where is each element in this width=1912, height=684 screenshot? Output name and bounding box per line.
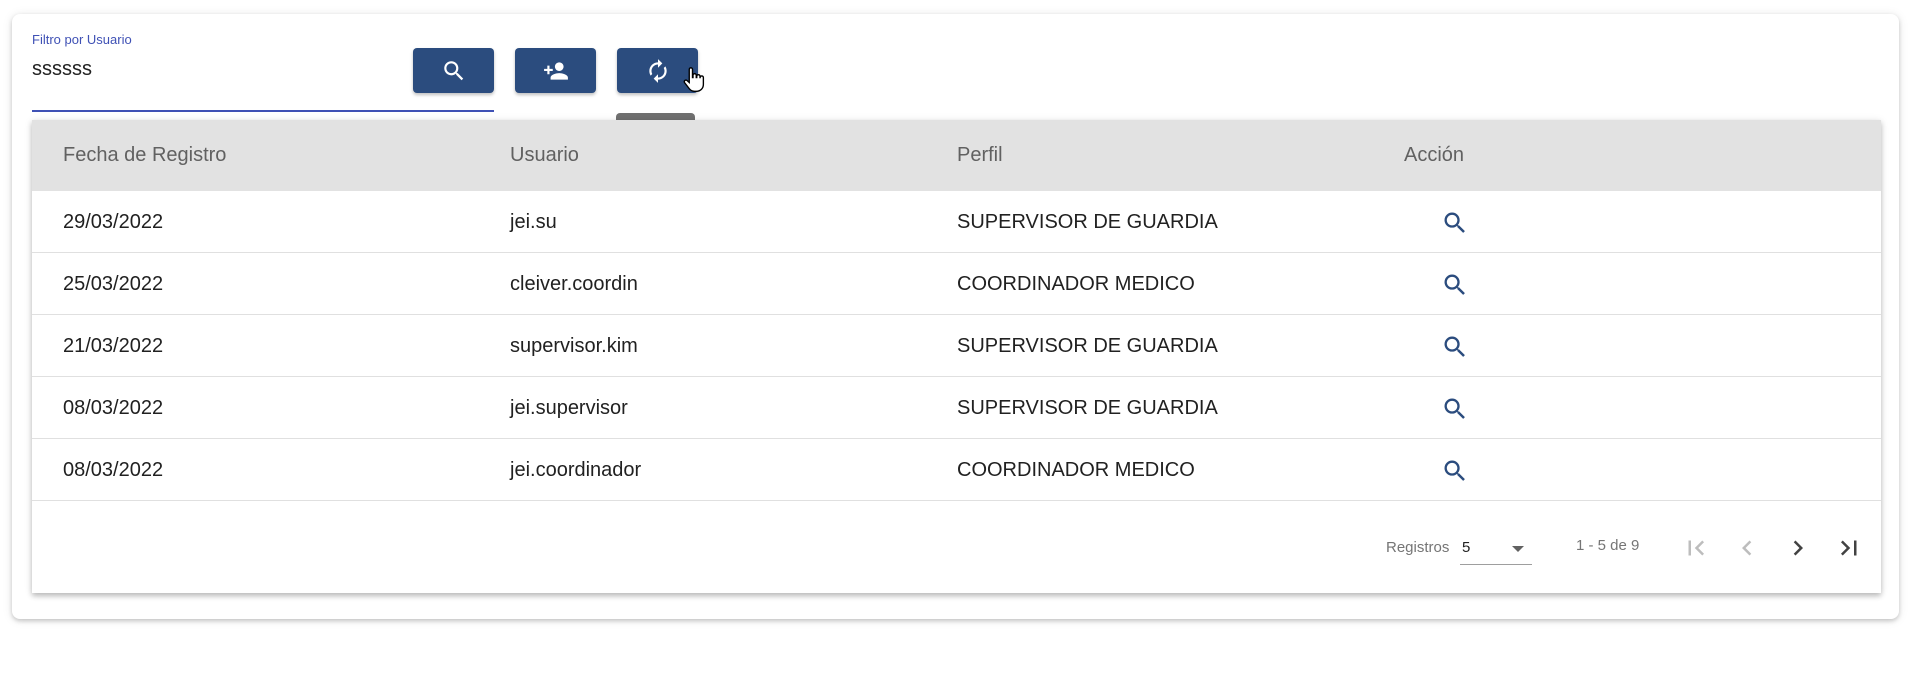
search-icon	[1444, 460, 1465, 481]
person-add-icon	[543, 61, 568, 80]
cell-usuario: cleiver.coordin	[510, 273, 638, 295]
view-details-button[interactable]	[1441, 395, 1469, 423]
last-page-icon	[1840, 540, 1857, 556]
view-details-button[interactable]	[1441, 271, 1469, 299]
cell-fecha: 08/03/2022	[63, 459, 164, 481]
filter-underline	[32, 110, 494, 112]
previous-page-button[interactable]	[1731, 532, 1763, 564]
next-page-button[interactable]	[1782, 532, 1814, 564]
page-size-select[interactable]: 5	[1460, 535, 1532, 565]
table-row: 08/03/2022 jei.supervisor SUPERVISOR DE …	[32, 377, 1881, 439]
cell-usuario: supervisor.kim	[510, 335, 638, 357]
first-page-button[interactable]	[1680, 532, 1712, 564]
filter-label: Filtro por Usuario	[32, 32, 132, 47]
cell-usuario: jei.supervisor	[510, 397, 628, 419]
table-header: Fecha de Registro Usuario Perfil Acción	[32, 120, 1881, 191]
search-icon	[1444, 398, 1465, 419]
first-page-icon	[1688, 540, 1705, 556]
cell-usuario: jei.coordinador	[510, 459, 642, 481]
column-header-accion: Acción	[1404, 144, 1465, 166]
cell-perfil: COORDINADOR MEDICO	[957, 459, 1195, 481]
column-header-usuario[interactable]: Usuario	[510, 120, 579, 191]
chevron-right-icon	[1793, 540, 1803, 556]
cell-fecha: 21/03/2022	[63, 335, 164, 357]
dropdown-arrow-icon	[1512, 546, 1524, 552]
page-range-label: 1 - 5 de 9	[1576, 537, 1640, 554]
page-size-value: 5	[1462, 539, 1471, 556]
search-icon	[1444, 212, 1465, 233]
user-management-card: Filtro por Usuario Actualizar Fecha de R…	[12, 14, 1899, 619]
cell-fecha: 25/03/2022	[63, 273, 164, 295]
chevron-left-icon	[1742, 540, 1752, 556]
paginator: Registros 5 1 - 5 de 9	[32, 501, 1881, 591]
cell-usuario: jei.su	[510, 211, 557, 233]
cell-perfil: COORDINADOR MEDICO	[957, 273, 1195, 295]
view-details-button[interactable]	[1441, 209, 1469, 237]
cell-perfil: SUPERVISOR DE GUARDIA	[957, 397, 1218, 419]
table-row: 08/03/2022 jei.coordinador COORDINADOR M…	[32, 439, 1881, 501]
search-icon	[1444, 336, 1465, 357]
cell-perfil: SUPERVISOR DE GUARDIA	[957, 335, 1218, 357]
cell-fecha: 29/03/2022	[63, 211, 164, 233]
cell-fecha: 08/03/2022	[63, 397, 164, 419]
view-details-button[interactable]	[1441, 333, 1469, 361]
last-page-button[interactable]	[1833, 532, 1865, 564]
view-details-button[interactable]	[1441, 457, 1469, 485]
cell-perfil: SUPERVISOR DE GUARDIA	[957, 211, 1218, 233]
table-row: 25/03/2022 cleiver.coordin COORDINADOR M…	[32, 253, 1881, 315]
refresh-icon	[648, 58, 667, 83]
page-size-label: Registros	[1386, 539, 1450, 556]
column-header-fecha[interactable]: Fecha de Registro	[63, 120, 226, 191]
add-user-button[interactable]	[515, 48, 596, 93]
column-header-perfil[interactable]: Perfil	[957, 120, 1003, 191]
search-icon	[443, 60, 463, 80]
search-icon	[1444, 274, 1465, 295]
pointer-hand-icon	[683, 67, 705, 92]
table-row: 21/03/2022 supervisor.kim SUPERVISOR DE …	[32, 315, 1881, 377]
table-row: 29/03/2022 jei.su SUPERVISOR DE GUARDIA	[32, 191, 1881, 253]
users-table: Fecha de Registro Usuario Perfil Acción …	[32, 120, 1881, 593]
search-button[interactable]	[413, 48, 494, 93]
